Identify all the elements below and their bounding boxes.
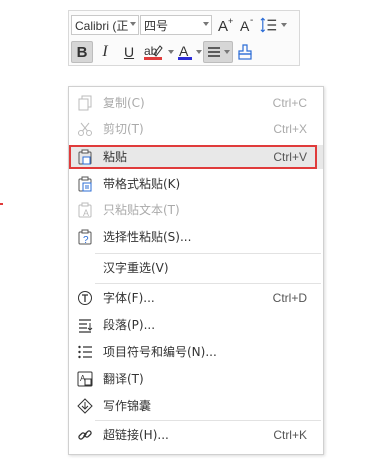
menu-item-paste-special[interactable]: ? 选择性粘贴(S)... xyxy=(69,225,323,249)
align-justify-icon xyxy=(207,47,220,57)
menu-item-label: 剪切(T) xyxy=(103,122,144,136)
chevron-down-icon[interactable] xyxy=(203,22,209,26)
chevron-down-icon[interactable] xyxy=(281,23,287,27)
menu-item-label: 选择性粘贴(S)... xyxy=(103,230,192,244)
menu-item-paste-formatted[interactable]: 带格式粘贴(K) xyxy=(69,172,323,196)
format-painter-icon xyxy=(238,44,252,60)
chevron-down-icon[interactable] xyxy=(167,50,174,54)
menu-item-label: 超链接(H)... xyxy=(103,428,169,442)
red-marker xyxy=(0,203,3,205)
menu-item-shortcut: Ctrl+D xyxy=(272,291,307,305)
cut-icon xyxy=(78,122,92,136)
svg-text:?: ? xyxy=(83,235,89,245)
mini-toolbar: Calibri (正 四号 A + A- B I U ab A xyxy=(68,10,300,66)
line-spacing-icon xyxy=(260,17,277,33)
highlighter-icon: ab xyxy=(143,44,163,60)
svg-text:+: + xyxy=(228,16,233,26)
shrink-font-button[interactable]: A- xyxy=(237,14,259,36)
menu-item-writing-tips[interactable]: 写作锦囊 xyxy=(69,394,323,418)
format-painter-button[interactable] xyxy=(233,41,257,63)
paste-text-icon: A xyxy=(78,202,92,218)
context-menu: 复制(C) Ctrl+C 剪切(T) Ctrl+X 粘贴 Ctrl+V 带格式粘… xyxy=(68,86,324,455)
menu-item-paragraph[interactable]: 段落(P)... xyxy=(69,313,323,337)
writing-tips-icon xyxy=(77,398,93,414)
menu-item-hyperlink[interactable]: 超链接(H)... Ctrl+K xyxy=(69,423,323,447)
menu-item-label: 写作锦囊 xyxy=(103,399,152,413)
menu-item-label: 复制(C) xyxy=(103,96,145,110)
line-spacing-button[interactable] xyxy=(259,14,287,36)
paste-special-icon: ? xyxy=(78,229,92,245)
menu-item-bullets-numbering[interactable]: 项目符号和编号(N)... xyxy=(69,340,323,364)
grow-font-icon: A + xyxy=(218,16,233,34)
underline-button[interactable]: U xyxy=(117,41,141,63)
menu-item-copy[interactable]: 复制(C) Ctrl+C xyxy=(69,91,323,115)
menu-item-shortcut: Ctrl+C xyxy=(272,96,307,110)
svg-text:A: A xyxy=(83,208,89,218)
font-size-value: 四号 xyxy=(144,18,169,33)
menu-item-label: 汉字重选(V) xyxy=(103,261,169,275)
paste-formatted-icon xyxy=(78,176,92,192)
svg-text:A: A xyxy=(179,43,189,59)
menu-item-paste-text[interactable]: A 只粘贴文本(T) xyxy=(69,198,323,222)
highlight-annotation-box xyxy=(69,145,317,169)
svg-text:A: A xyxy=(240,18,250,34)
menu-separator xyxy=(95,420,321,421)
font-size-combo[interactable]: 四号 xyxy=(140,15,212,35)
menu-separator xyxy=(95,253,321,254)
svg-text:-: - xyxy=(250,16,253,26)
chevron-down-icon[interactable] xyxy=(195,50,202,54)
menu-item-shortcut: Ctrl+X xyxy=(273,122,307,136)
chevron-down-icon[interactable] xyxy=(130,22,136,26)
font-icon xyxy=(78,291,92,305)
menu-item-shortcut: Ctrl+K xyxy=(273,428,307,442)
bullets-icon xyxy=(78,345,92,359)
paragraph-icon xyxy=(79,319,93,333)
menu-item-label: 只粘贴文本(T) xyxy=(103,203,180,217)
font-name-combo[interactable]: Calibri (正 xyxy=(71,15,139,35)
svg-text:A: A xyxy=(218,18,228,34)
toolbar-row-1: Calibri (正 四号 A + A- xyxy=(71,13,287,37)
hyperlink-icon xyxy=(78,430,92,440)
chevron-down-icon[interactable] xyxy=(223,50,230,54)
toolbar-row-2: B I U ab A xyxy=(71,40,257,64)
translate-icon: A xyxy=(77,371,93,387)
align-button[interactable] xyxy=(203,41,233,63)
menu-item-cut[interactable]: 剪切(T) Ctrl+X xyxy=(69,117,323,141)
highlight-button[interactable]: ab xyxy=(141,41,175,63)
grow-font-button[interactable]: A + xyxy=(215,14,237,36)
menu-item-reselect-hanzi[interactable]: 汉字重选(V) xyxy=(69,256,323,280)
menu-item-label: 带格式粘贴(K) xyxy=(103,177,181,191)
menu-item-translate[interactable]: A 翻译(T) xyxy=(69,367,323,391)
menu-item-label: 段落(P)... xyxy=(103,318,156,332)
copy-icon xyxy=(78,95,92,111)
font-color-button[interactable]: A xyxy=(175,41,203,63)
menu-separator xyxy=(95,283,321,284)
menu-item-label: 翻译(T) xyxy=(103,372,144,386)
italic-button[interactable]: I xyxy=(93,41,117,63)
font-name-value: Calibri (正 xyxy=(75,18,129,33)
bold-button[interactable]: B xyxy=(71,41,93,63)
menu-item-font[interactable]: 字体(F)... Ctrl+D xyxy=(69,286,323,310)
shrink-font-icon: A- xyxy=(240,16,253,34)
menu-item-label: 字体(F)... xyxy=(103,291,155,305)
font-color-icon: A xyxy=(177,43,192,60)
menu-item-label: 项目符号和编号(N)... xyxy=(103,345,217,359)
